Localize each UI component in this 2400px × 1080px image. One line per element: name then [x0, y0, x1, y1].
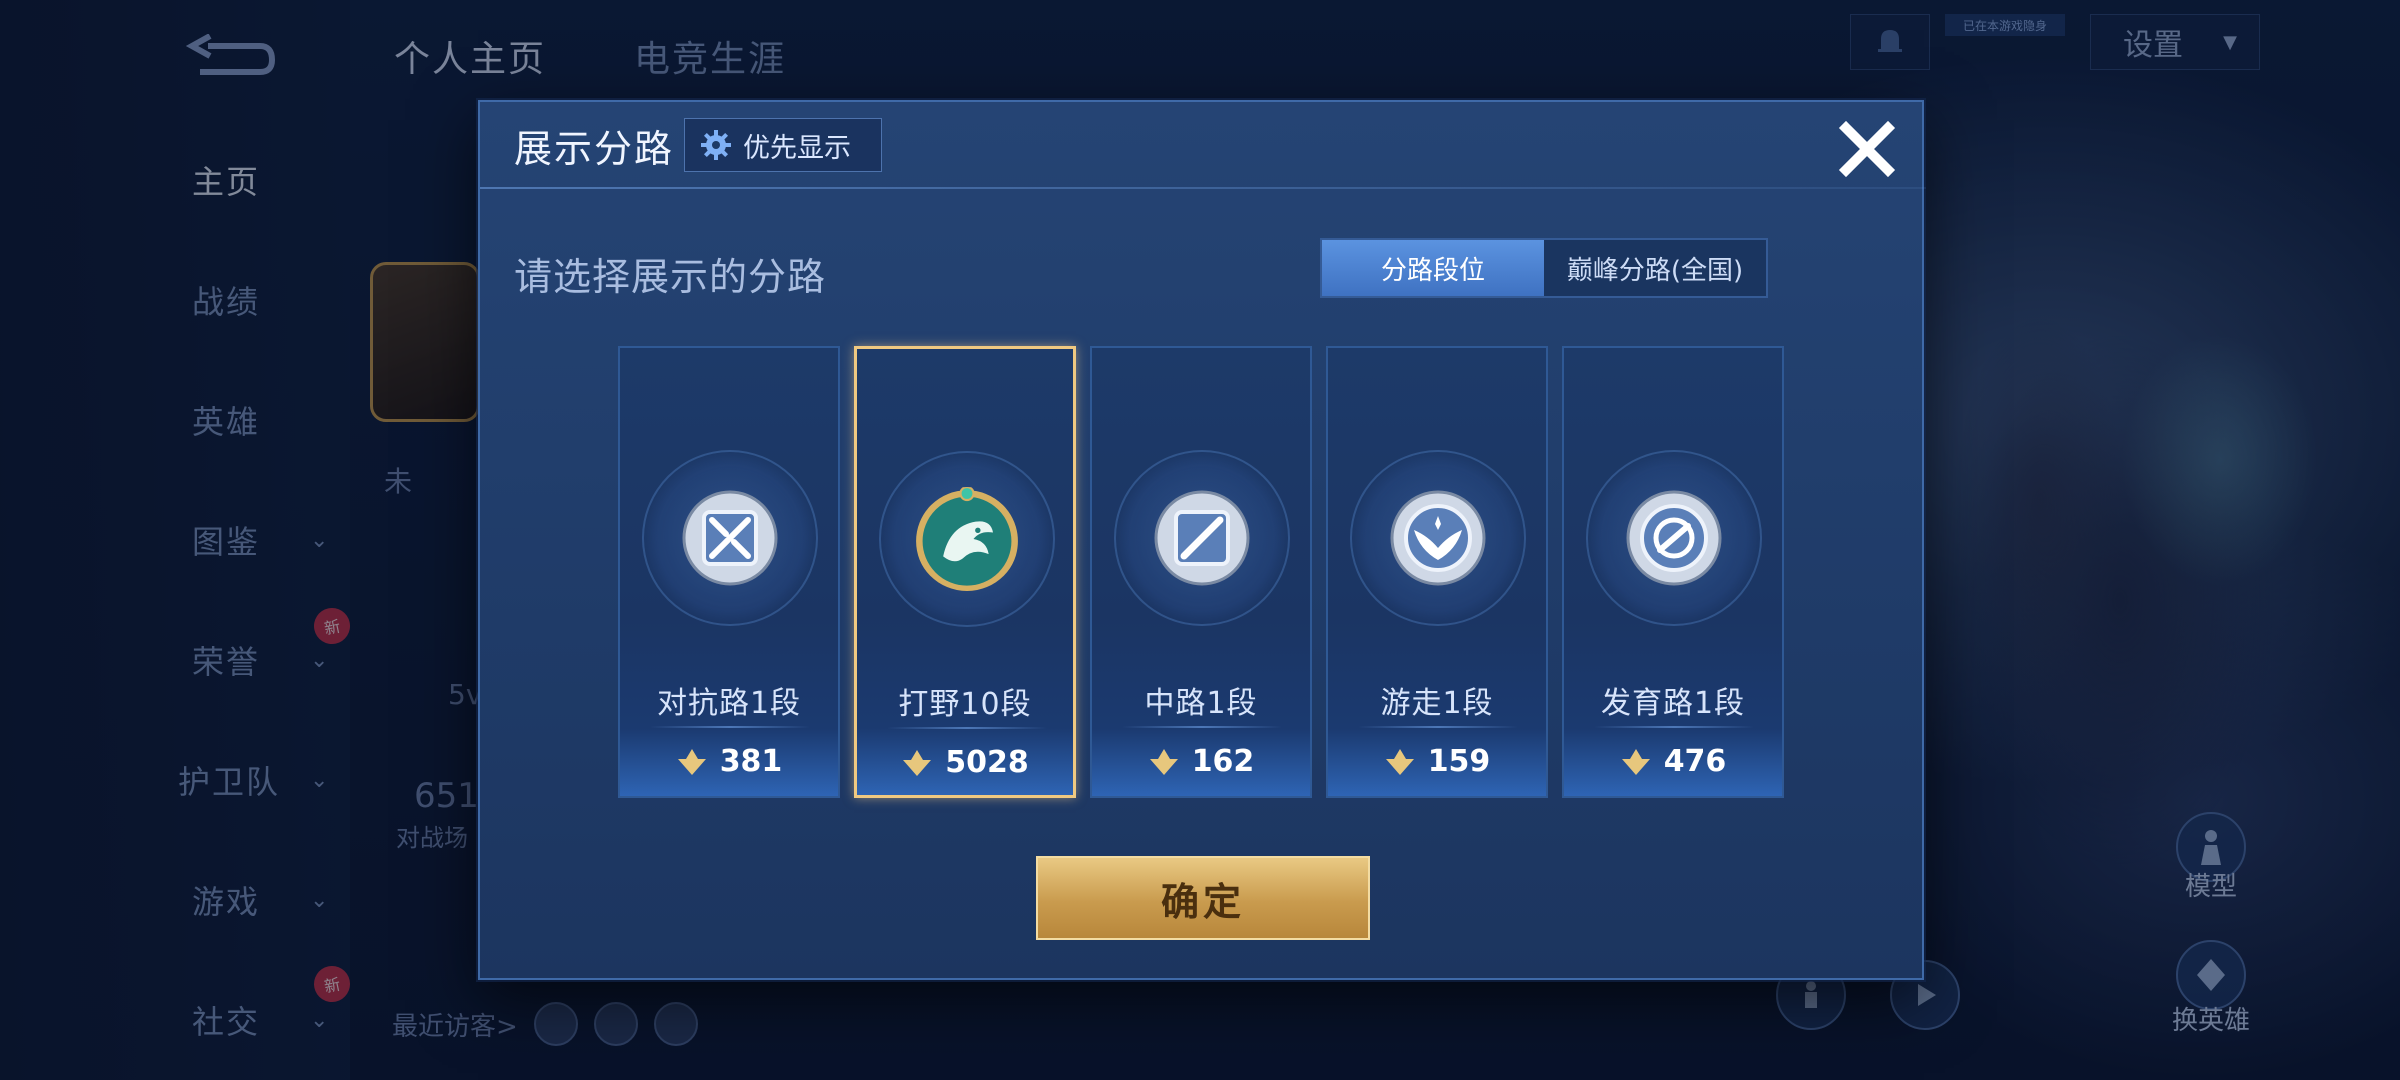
lane-score: 162: [1092, 744, 1310, 779]
lane-score: 159: [1328, 744, 1546, 779]
lane-rank-label: 打野10段: [898, 687, 1032, 722]
lane-score: 476: [1564, 744, 1782, 779]
clash-lane-emblem-icon: [682, 490, 778, 586]
card-divider: [1594, 726, 1754, 728]
selection-prompt: 请选择展示的分路: [514, 255, 827, 299]
lane-score: 5028: [857, 745, 1073, 780]
close-icon: [1838, 120, 1896, 178]
rank-points-icon: [677, 748, 706, 775]
card-divider: [1122, 726, 1282, 728]
lane-rank-label: 发育路1段: [1600, 686, 1746, 721]
rank-points-icon: [1149, 748, 1178, 775]
jungle-dragon-emblem-icon: [916, 487, 1018, 591]
lane-score-value: 162: [1191, 744, 1255, 779]
lane-score: 381: [620, 744, 838, 779]
lane-score-value: 159: [1427, 744, 1491, 779]
gear-icon: [701, 130, 731, 160]
lane-rank-label: 中路1段: [1144, 686, 1258, 721]
lane-display-dialog: 展示分路 优先显示 请选择展示的分路 分路段位 巅峰分路(全国) 对抗路1段 3…: [478, 100, 1926, 980]
dialog-title: 展示分路: [514, 127, 675, 171]
card-divider: [887, 727, 1047, 729]
confirm-button[interactable]: 确定: [1036, 856, 1370, 940]
lane-card-jungle[interactable]: 打野10段 5028: [854, 346, 1076, 798]
lane-score-value: 476: [1663, 744, 1727, 779]
rank-points-icon: [1621, 748, 1650, 775]
lane-rank-label: 游走1段: [1380, 686, 1494, 721]
priority-display-label: 优先显示: [743, 132, 851, 164]
lane-rank-label: 对抗路1段: [656, 686, 802, 721]
segment-lane-rank[interactable]: 分路段位: [1322, 240, 1544, 296]
card-divider: [1358, 726, 1518, 728]
lane-card-farm[interactable]: 发育路1段 476: [1562, 346, 1784, 798]
lane-card-mid[interactable]: 中路1段 162: [1090, 346, 1312, 798]
close-button[interactable]: [1832, 114, 1902, 184]
lane-card-roam[interactable]: 游走1段 159: [1326, 346, 1548, 798]
rank-points-icon: [1385, 748, 1414, 775]
lane-score-value: 381: [719, 744, 783, 779]
farm-lane-emblem-icon: [1626, 490, 1722, 586]
mid-lane-emblem-icon: [1154, 490, 1250, 586]
roam-wings-emblem-icon: [1390, 490, 1486, 586]
priority-display-button[interactable]: 优先显示: [684, 118, 882, 172]
lane-card-clash[interactable]: 对抗路1段 381: [618, 346, 840, 798]
segment-peak-lane-national[interactable]: 巅峰分路(全国): [1544, 240, 1766, 296]
card-divider: [650, 726, 810, 728]
title-divider: [480, 187, 1926, 189]
rank-points-icon: [903, 749, 932, 776]
lane-mode-toggle: 分路段位 巅峰分路(全国): [1320, 238, 1768, 298]
lane-cards: 对抗路1段 381 打野10段 5028 中路1段 162 游走1段 159 发…: [618, 346, 1784, 798]
lane-score-value: 5028: [945, 745, 1029, 780]
